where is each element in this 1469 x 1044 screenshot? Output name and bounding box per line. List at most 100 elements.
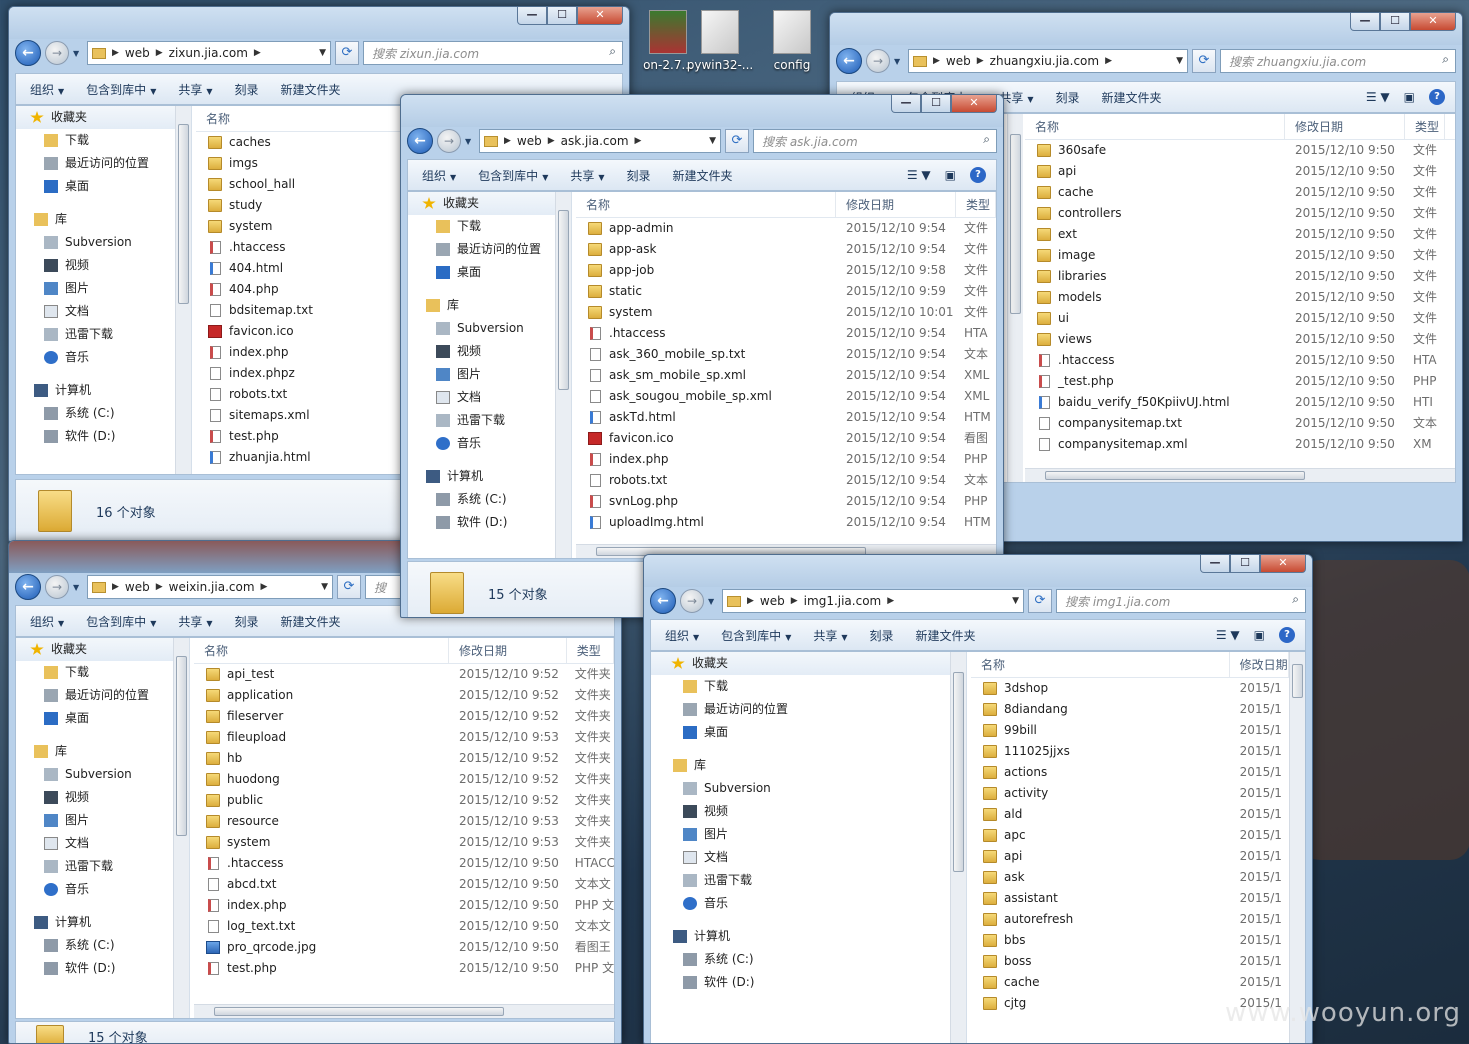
sidebar-item-drive-d[interactable]: 软件 (D:): [16, 957, 189, 980]
sidebar-item-pictures[interactable]: 图片: [16, 809, 189, 832]
file-name-cell[interactable]: svnLog.php: [576, 491, 836, 512]
file-name-cell[interactable]: log_text.txt: [194, 916, 449, 937]
new-folder-button[interactable]: 新建文件夹: [281, 81, 341, 98]
sidebar-item-recent[interactable]: 最近访问的位置: [651, 698, 966, 721]
file-name-cell[interactable]: ald: [971, 804, 1230, 825]
share-menu[interactable]: 共享 ▼: [570, 167, 604, 184]
file-list-scrollbar[interactable]: [1289, 652, 1305, 1043]
sidebar-computer[interactable]: 计算机: [408, 465, 571, 488]
file-name-cell[interactable]: views: [1025, 329, 1285, 350]
include-in-library-menu[interactable]: 包含到库中▼: [721, 627, 791, 644]
file-row[interactable]: app-admin 2015/12/10 9:54 文件: [576, 218, 996, 239]
file-name-cell[interactable]: libraries: [1025, 266, 1285, 287]
new-folder-button[interactable]: 新建文件夹: [916, 627, 976, 644]
file-name-cell[interactable]: application: [194, 685, 449, 706]
forward-button[interactable]: →: [437, 129, 461, 153]
file-row[interactable]: actions 2015/1: [971, 762, 1289, 783]
file-name-cell[interactable]: boss: [971, 951, 1230, 972]
sidebar-item-documents[interactable]: 文档: [16, 832, 189, 855]
file-row[interactable]: models 2015/12/10 9:50 文件: [1025, 287, 1455, 308]
sidebar-item-subversion[interactable]: Subversion: [16, 763, 189, 786]
new-folder-button[interactable]: 新建文件夹: [281, 613, 341, 630]
refresh-button[interactable]: ⟳: [1028, 589, 1052, 613]
file-row[interactable]: api_test 2015/12/10 9:52 文件夹: [194, 664, 614, 685]
file-name-cell[interactable]: ui: [1025, 308, 1285, 329]
file-row[interactable]: 360safe 2015/12/10 9:50 文件: [1025, 140, 1455, 161]
file-name-cell[interactable]: static: [576, 281, 836, 302]
back-button[interactable]: ←: [650, 588, 676, 614]
file-row[interactable]: application 2015/12/10 9:52 文件夹: [194, 685, 614, 706]
file-name-cell[interactable]: .htaccess: [1025, 350, 1285, 371]
file-row[interactable]: libraries 2015/12/10 9:50 文件: [1025, 266, 1455, 287]
file-name-cell[interactable]: baidu_verify_f50KpiivUJ.html: [1025, 392, 1285, 413]
sidebar-item-pictures[interactable]: 图片: [16, 277, 191, 300]
breadcrumb-site[interactable]: ask.jia.com: [561, 134, 629, 148]
sidebar-item-music[interactable]: 音乐: [408, 432, 571, 455]
close-button[interactable]: ✕: [1260, 555, 1306, 573]
file-name-cell[interactable]: system: [576, 302, 836, 323]
file-name-cell[interactable]: .htaccess: [194, 853, 449, 874]
file-row[interactable]: resource 2015/12/10 9:53 文件夹: [194, 811, 614, 832]
file-name-cell[interactable]: robots.txt: [576, 470, 836, 491]
sidebar-item-music[interactable]: 音乐: [16, 346, 191, 369]
file-row[interactable]: test.php 2015/12/10 9:50 PHP 文: [194, 958, 614, 979]
file-row[interactable]: log_text.txt 2015/12/10 9:50 文本文: [194, 916, 614, 937]
file-row[interactable]: boss 2015/1: [971, 951, 1289, 972]
sidebar-computer[interactable]: 计算机: [16, 911, 189, 934]
history-dropdown[interactable]: ▼: [73, 583, 83, 592]
file-row[interactable]: 111025jjxs 2015/1: [971, 741, 1289, 762]
sidebar-favorites[interactable]: 收藏夹: [408, 192, 571, 215]
address-dropdown[interactable]: ▼: [319, 48, 326, 58]
new-folder-button[interactable]: 新建文件夹: [673, 167, 733, 184]
file-row[interactable]: .htaccess 2015/12/10 9:50 HTA: [1025, 350, 1455, 371]
desktop-icon-3[interactable]: config: [752, 10, 832, 72]
share-menu[interactable]: 共享 ▼: [813, 627, 847, 644]
file-name-cell[interactable]: huodong: [194, 769, 449, 790]
include-in-library-menu[interactable]: 包含到库中▼: [86, 613, 156, 630]
address-bar[interactable]: ▶ web ▶ ask.jia.com ▶ ▼: [479, 129, 721, 153]
file-name-cell[interactable]: bbs: [971, 930, 1230, 951]
file-row[interactable]: uploadImg.html 2015/12/10 9:54 HTM: [576, 512, 996, 533]
sidebar-item-videos[interactable]: 视频: [408, 340, 571, 363]
file-row[interactable]: views 2015/12/10 9:50 文件: [1025, 329, 1455, 350]
file-name-cell[interactable]: .htaccess: [576, 323, 836, 344]
burn-button[interactable]: 刻录: [870, 627, 894, 644]
breadcrumb-web[interactable]: web: [517, 134, 542, 148]
file-row[interactable]: ext 2015/12/10 9:50 文件: [1025, 224, 1455, 245]
file-name-cell[interactable]: actions: [971, 762, 1230, 783]
file-row[interactable]: .htaccess 2015/12/10 9:54 HTA: [576, 323, 996, 344]
search-input[interactable]: 搜索 ask.jia.com ⌕: [753, 129, 997, 153]
minimize-button[interactable]: —: [1350, 13, 1380, 31]
explorer-window-img1[interactable]: — ☐ ✕ ← → ▼ ▶ web ▶ img1.jia.com ▶ ▼ ⟳ 搜索 img1.…: [643, 554, 1313, 1044]
desktop-icon-2[interactable]: pywin32-...: [680, 10, 760, 72]
share-menu[interactable]: 共享 ▼: [999, 89, 1033, 106]
share-menu[interactable]: 共享 ▼: [178, 613, 212, 630]
address-bar[interactable]: ▶ web ▶ img1.jia.com ▶ ▼: [722, 589, 1024, 613]
file-row[interactable]: index.php 2015/12/10 9:54 PHP: [576, 449, 996, 470]
sidebar-item-subversion[interactable]: Subversion: [651, 777, 966, 800]
back-button[interactable]: ←: [836, 48, 862, 74]
maximize-button[interactable]: ☐: [547, 7, 577, 25]
file-row[interactable]: hb 2015/12/10 9:52 文件夹: [194, 748, 614, 769]
organize-menu[interactable]: 组织▼: [30, 81, 64, 98]
file-row[interactable]: app-ask 2015/12/10 9:54 文件: [576, 239, 996, 260]
sidebar-item-xunlei[interactable]: 迅雷下载: [16, 323, 191, 346]
sidebar-item-desktop[interactable]: 桌面: [651, 721, 966, 744]
sidebar-item-desktop[interactable]: 桌面: [408, 261, 571, 284]
sidebar-item-drive-d[interactable]: 软件 (D:): [408, 511, 571, 534]
file-row[interactable]: abcd.txt 2015/12/10 9:50 文本文: [194, 874, 614, 895]
back-button[interactable]: ←: [15, 40, 41, 66]
maximize-button[interactable]: ☐: [1380, 13, 1410, 31]
preview-pane-icon[interactable]: ▣: [1404, 90, 1415, 104]
sidebar-item-drive-c[interactable]: 系统 (C:): [16, 934, 189, 957]
address-dropdown[interactable]: ▼: [709, 136, 716, 146]
burn-button[interactable]: 刻录: [1056, 89, 1080, 106]
address-dropdown[interactable]: ▼: [1176, 56, 1183, 66]
sidebar-item-downloads[interactable]: 下载: [651, 675, 966, 698]
file-name-cell[interactable]: hb: [194, 748, 449, 769]
file-row[interactable]: public 2015/12/10 9:52 文件夹: [194, 790, 614, 811]
file-name-cell[interactable]: models: [1025, 287, 1285, 308]
file-name-cell[interactable]: ask_sm_mobile_sp.xml: [576, 365, 836, 386]
file-row[interactable]: system 2015/12/10 9:53 文件夹: [194, 832, 614, 853]
column-name[interactable]: 名称: [971, 652, 1230, 677]
